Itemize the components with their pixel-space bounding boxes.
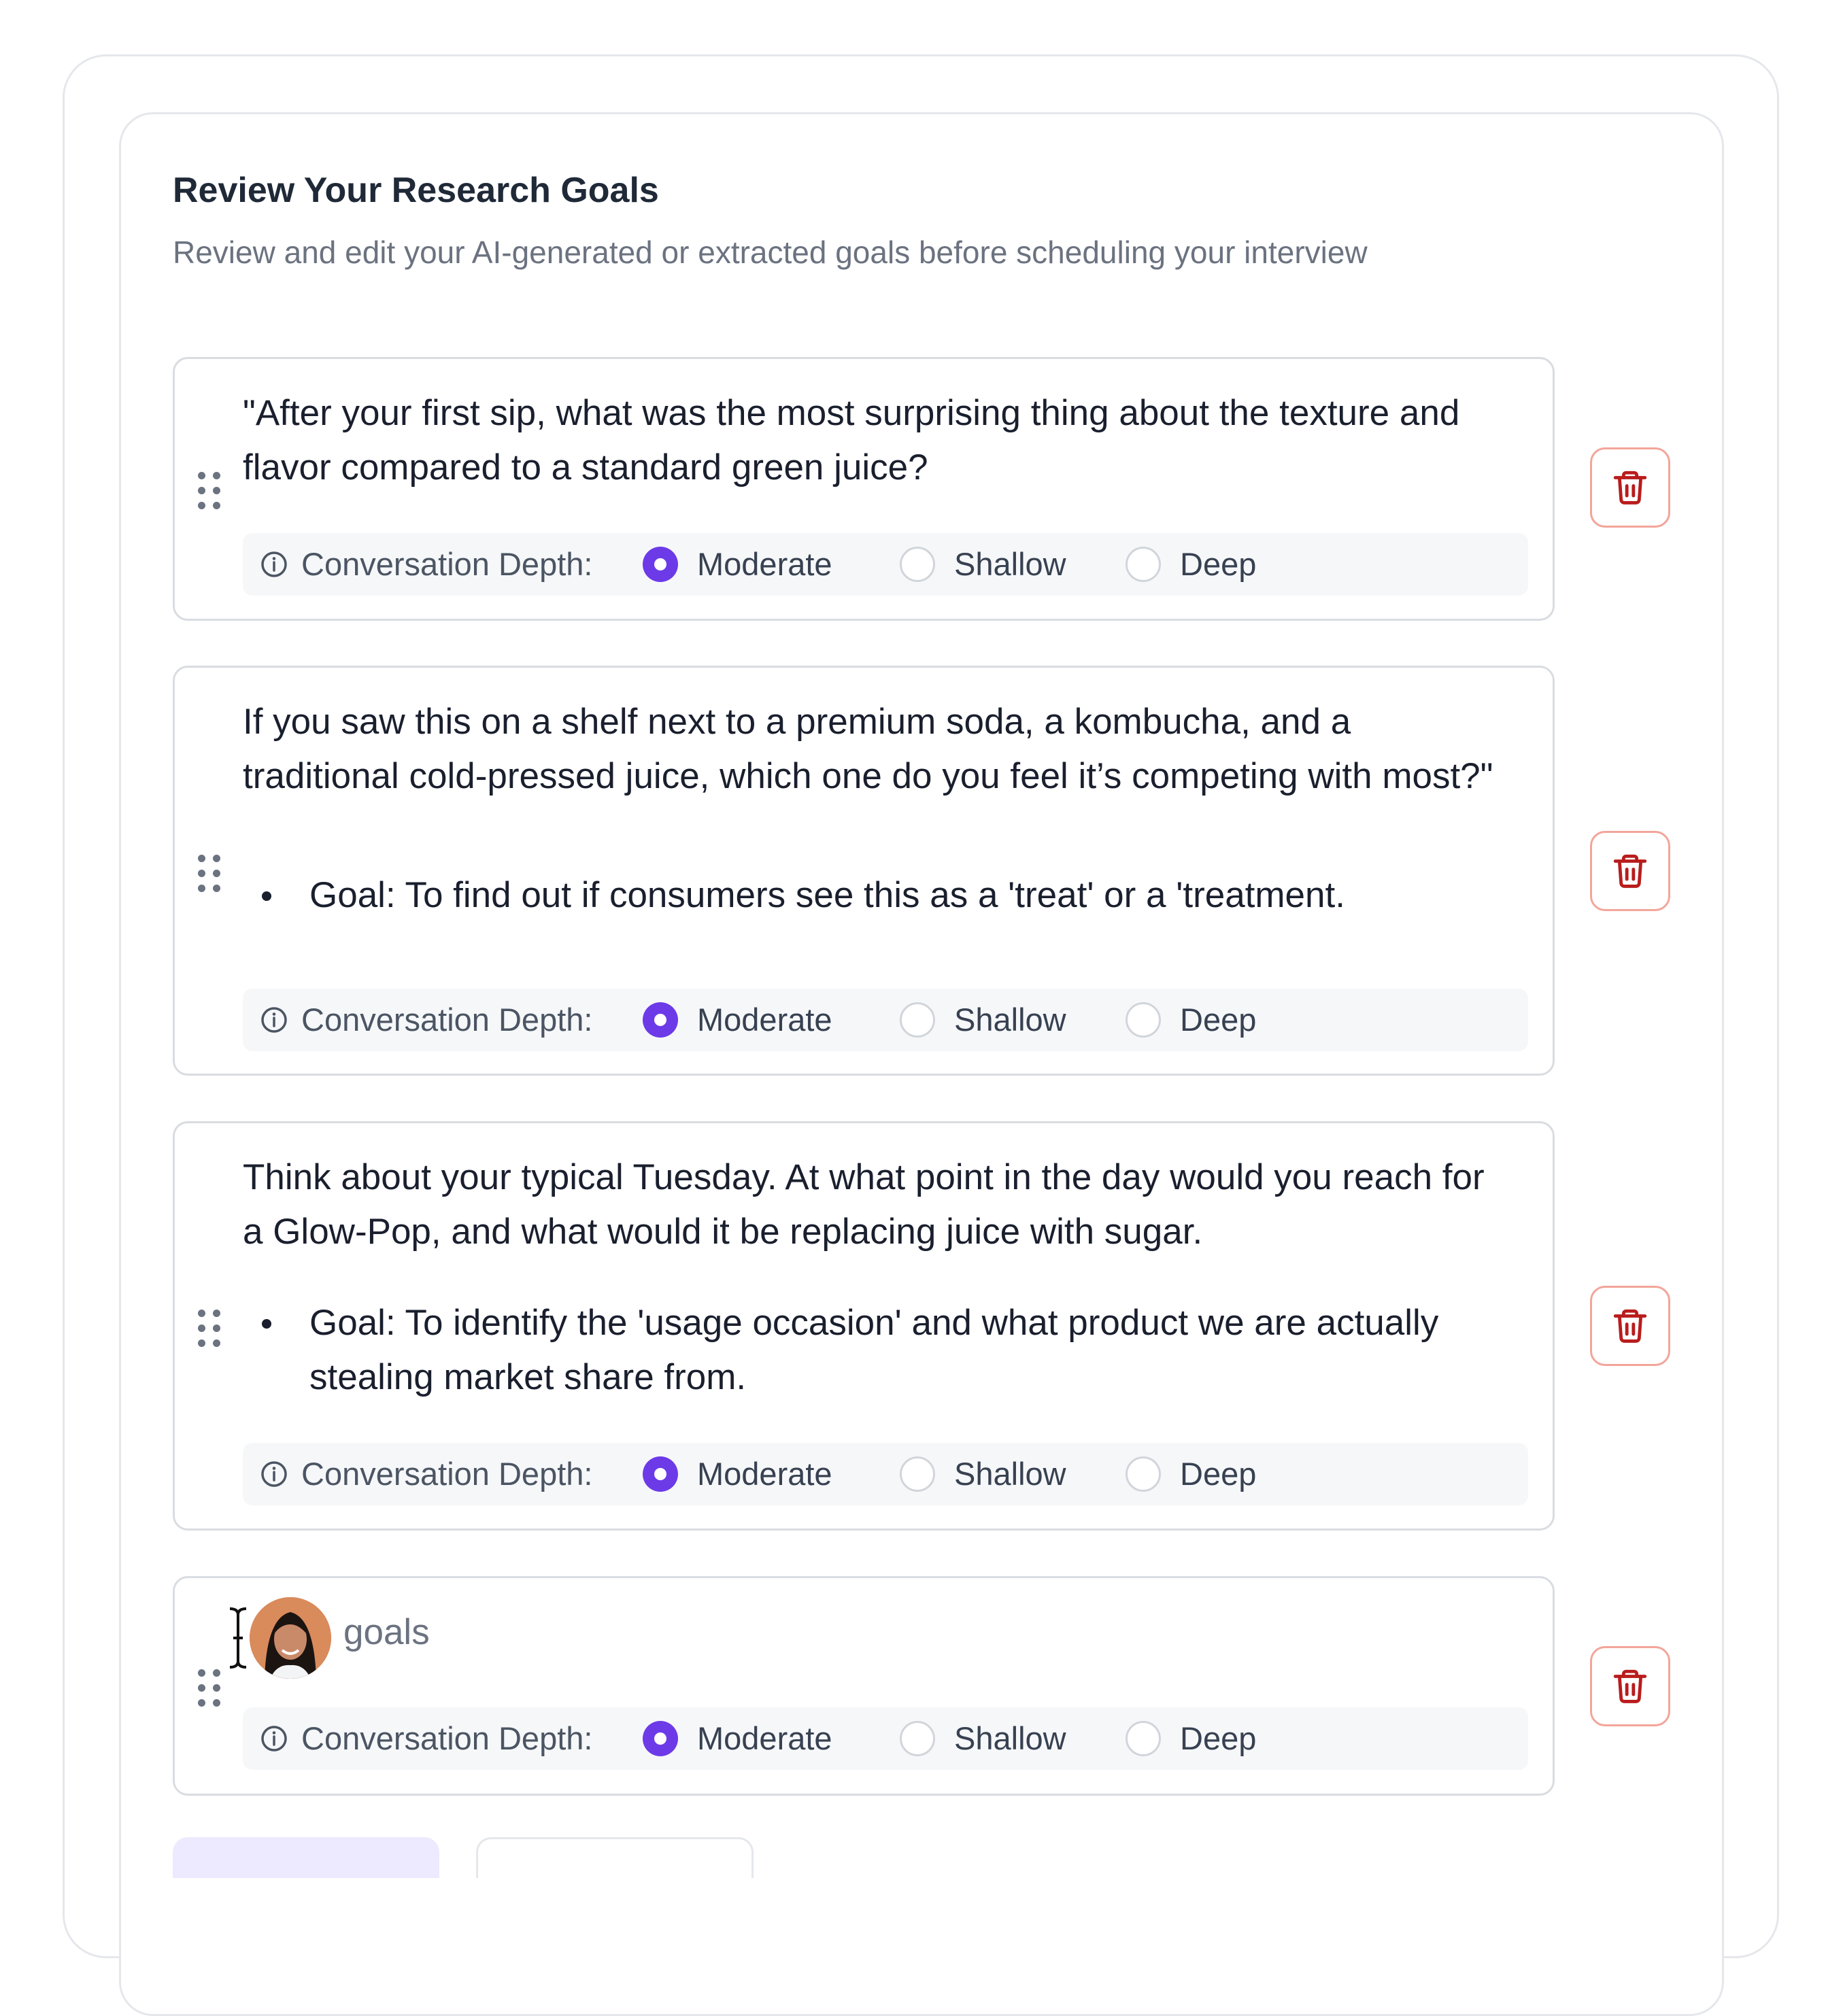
depth-selector: Conversation Depth: Moderate Shallow Dee… bbox=[243, 1443, 1528, 1505]
page-subtitle: Review and edit your AI-generated or ext… bbox=[173, 235, 1368, 270]
radio-shallow[interactable] bbox=[900, 1002, 935, 1038]
depth-label: Conversation Depth: bbox=[301, 1720, 593, 1756]
radio-shallow[interactable] bbox=[900, 547, 935, 582]
trash-icon bbox=[1613, 1669, 1647, 1703]
option-deep-label[interactable]: Deep bbox=[1180, 533, 1256, 596]
secondary-action-button[interactable] bbox=[476, 1837, 754, 1878]
option-moderate-label[interactable]: Moderate bbox=[697, 533, 832, 596]
option-moderate-label[interactable]: Moderate bbox=[697, 1443, 832, 1505]
goal-card-1: "After your first sip, what was the most… bbox=[173, 357, 1555, 621]
delete-goal-button[interactable] bbox=[1590, 447, 1670, 528]
text-cursor-icon bbox=[229, 1607, 247, 1669]
drag-handle-icon[interactable] bbox=[198, 1310, 222, 1348]
trash-icon bbox=[1613, 1309, 1647, 1343]
option-moderate-label[interactable]: Moderate bbox=[697, 1707, 832, 1770]
option-moderate-label[interactable]: Moderate bbox=[697, 989, 832, 1051]
depth-selector: Conversation Depth: Moderate Shallow Dee… bbox=[243, 989, 1528, 1051]
info-icon bbox=[261, 551, 287, 577]
primary-action-button[interactable] bbox=[173, 1837, 439, 1878]
drag-handle-icon[interactable] bbox=[198, 1669, 222, 1707]
depth-selector: Conversation Depth: Moderate Shallow Dee… bbox=[243, 533, 1528, 596]
option-shallow-label[interactable]: Shallow bbox=[954, 1707, 1066, 1770]
radio-deep[interactable] bbox=[1126, 1002, 1161, 1038]
trash-icon bbox=[1613, 854, 1647, 888]
radio-deep[interactable] bbox=[1126, 1456, 1161, 1492]
radio-shallow[interactable] bbox=[900, 1456, 935, 1492]
drag-handle-icon[interactable] bbox=[198, 472, 222, 510]
delete-goal-button[interactable] bbox=[1590, 1286, 1670, 1366]
goal-text[interactable]: "After your first sip, what was the most… bbox=[243, 386, 1512, 495]
goal-card-3: Think about your typical Tuesday. At wha… bbox=[173, 1121, 1555, 1531]
trash-icon bbox=[1613, 471, 1647, 505]
radio-moderate[interactable] bbox=[643, 547, 678, 582]
option-shallow-label[interactable]: Shallow bbox=[954, 533, 1066, 596]
goal-card-2: If you saw this on a shelf next to a pre… bbox=[173, 666, 1555, 1076]
avatar bbox=[250, 1597, 331, 1679]
delete-goal-button[interactable] bbox=[1590, 1646, 1670, 1726]
radio-deep[interactable] bbox=[1126, 547, 1161, 582]
depth-selector: Conversation Depth: Moderate Shallow Dee… bbox=[243, 1707, 1528, 1770]
depth-label: Conversation Depth: bbox=[301, 546, 593, 582]
goal-text[interactable]: Think about your typical Tuesday. At wha… bbox=[243, 1150, 1512, 1259]
radio-moderate[interactable] bbox=[643, 1456, 678, 1492]
goal-text[interactable]: If you saw this on a shelf next to a pre… bbox=[243, 695, 1512, 804]
page-title: Review Your Research Goals bbox=[173, 171, 659, 210]
radio-deep[interactable] bbox=[1126, 1721, 1161, 1756]
delete-goal-button[interactable] bbox=[1590, 831, 1670, 911]
depth-label: Conversation Depth: bbox=[301, 1456, 593, 1492]
option-shallow-label[interactable]: Shallow bbox=[954, 989, 1066, 1051]
info-icon bbox=[261, 1726, 287, 1752]
radio-moderate[interactable] bbox=[643, 1721, 678, 1756]
goal-bullet[interactable]: Goal: To identify the 'usage occasion' a… bbox=[262, 1296, 1491, 1405]
option-deep-label[interactable]: Deep bbox=[1180, 1707, 1256, 1770]
goal-card-4: goals Conversation Depth: Moderate Shall… bbox=[173, 1576, 1555, 1796]
depth-label: Conversation Depth: bbox=[301, 1002, 593, 1038]
info-icon bbox=[261, 1461, 287, 1487]
option-deep-label[interactable]: Deep bbox=[1180, 989, 1256, 1051]
info-icon bbox=[261, 1007, 287, 1033]
goal-bullet[interactable]: Goal: To find out if consumers see this … bbox=[262, 868, 1491, 923]
goal-text-input[interactable]: goals bbox=[343, 1605, 430, 1660]
radio-moderate[interactable] bbox=[643, 1002, 678, 1038]
radio-shallow[interactable] bbox=[900, 1721, 935, 1756]
option-shallow-label[interactable]: Shallow bbox=[954, 1443, 1066, 1505]
option-deep-label[interactable]: Deep bbox=[1180, 1443, 1256, 1505]
drag-handle-icon[interactable] bbox=[198, 855, 222, 893]
